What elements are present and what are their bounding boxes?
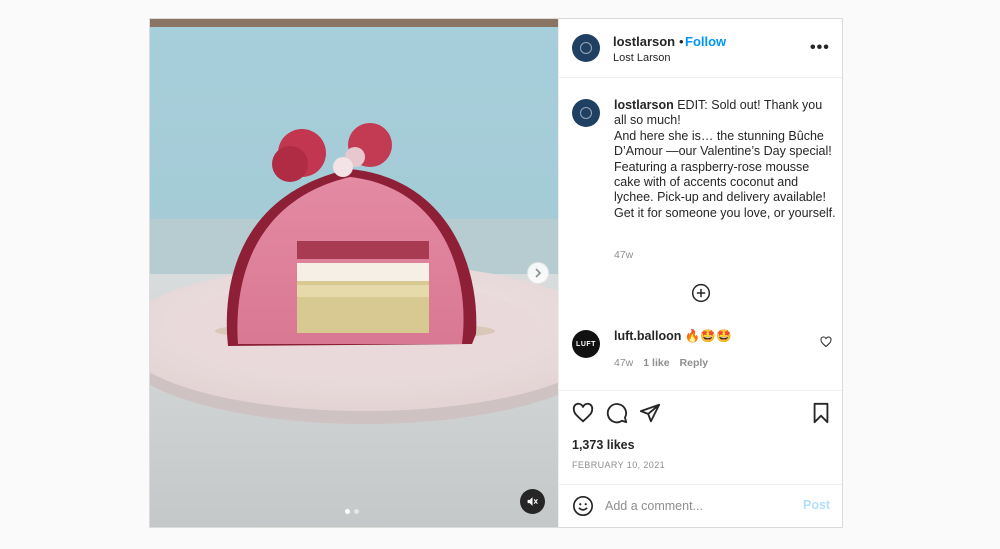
share-paper-plane-icon[interactable] (639, 402, 661, 424)
add-comment-input[interactable] (605, 495, 795, 517)
emoji-icon[interactable] (572, 495, 594, 517)
caption-username[interactable]: lostlarson (614, 98, 674, 112)
author-username[interactable]: lostlarson (613, 34, 675, 49)
slide-indicator (345, 509, 359, 514)
post-media[interactable] (150, 19, 558, 527)
add-comment-bar: Post (559, 484, 842, 527)
comment-timestamp[interactable]: 47w (614, 357, 633, 369)
comment-body: luft.balloon 🔥🤩🤩 (614, 329, 732, 344)
slide-dot-active (345, 509, 350, 514)
comments-section[interactable]: lostlarson EDIT: Sold out! Thank you all… (559, 79, 842, 390)
caption-avatar[interactable] (572, 99, 600, 127)
post-sidebar: lostlarson • Follow Lost Larson ••• lost… (558, 19, 842, 527)
chevron-right-icon (535, 268, 542, 278)
reply-button[interactable]: Reply (680, 357, 709, 369)
comment-bubble-icon[interactable] (606, 402, 628, 424)
comment-meta: 47w 1 like Reply (614, 357, 708, 369)
post-comment-button[interactable]: Post (803, 498, 830, 512)
likes-count[interactable]: 1,373 likes (572, 438, 635, 452)
post-actions: 1,373 likes FEBRUARY 10, 2021 (559, 390, 842, 484)
caption-timestamp[interactable]: 47w (614, 249, 633, 261)
header-separator: • (679, 34, 684, 49)
more-options-icon[interactable]: ••• (810, 39, 830, 57)
post-caption: lostlarson EDIT: Sold out! Thank you all… (614, 98, 836, 221)
next-slide-button[interactable] (527, 262, 549, 284)
mute-button[interactable] (520, 489, 545, 514)
cake-photo (150, 19, 558, 527)
save-bookmark-icon[interactable] (810, 402, 832, 424)
post-date[interactable]: FEBRUARY 10, 2021 (572, 460, 665, 470)
author-avatar[interactable] (572, 34, 600, 62)
post-card: lostlarson • Follow Lost Larson ••• lost… (149, 18, 843, 528)
post-header: lostlarson • Follow Lost Larson ••• (559, 19, 842, 78)
speaker-muted-icon (527, 497, 538, 506)
comment-text: 🔥🤩🤩 (681, 329, 732, 343)
caption-text: EDIT: Sold out! Thank you all so much! A… (614, 98, 836, 220)
author-full-name: Lost Larson (613, 52, 671, 64)
comment-like-heart-icon[interactable] (820, 336, 832, 348)
slide-dot (354, 509, 359, 514)
follow-button[interactable]: Follow (685, 34, 726, 49)
commenter-avatar[interactable]: LUFT (572, 330, 600, 358)
load-more-comments-icon[interactable] (691, 283, 711, 303)
comment-likes[interactable]: 1 like (643, 357, 669, 369)
comment-username[interactable]: luft.balloon (614, 329, 681, 343)
like-heart-icon[interactable] (572, 402, 594, 424)
